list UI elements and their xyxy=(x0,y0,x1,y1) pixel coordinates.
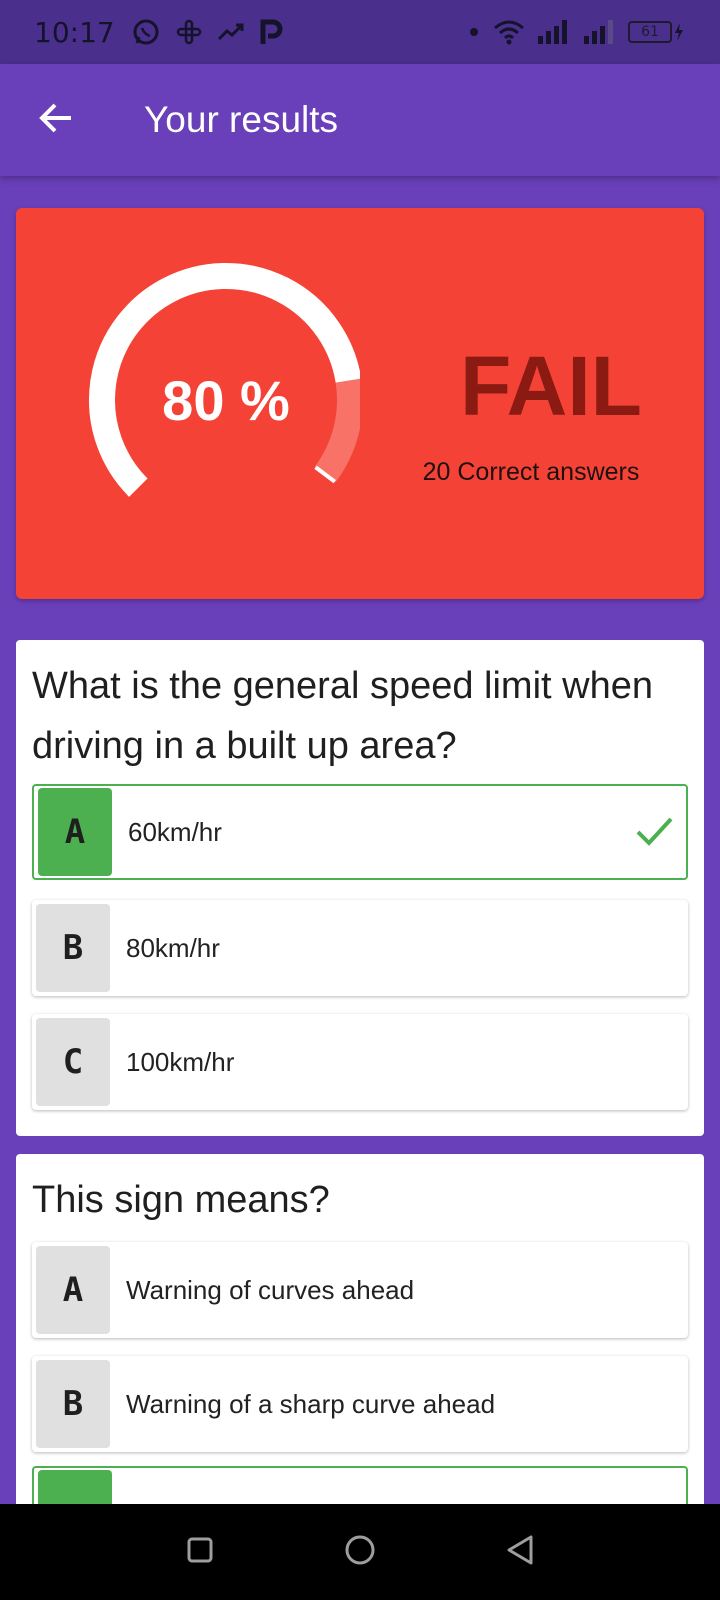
option-text: Warning of a sharp curve ahead xyxy=(126,1388,496,1419)
status-bar: 10:17 61 xyxy=(0,0,720,64)
option-c[interactable]: C 100km/hr xyxy=(32,1014,688,1110)
page-title: Your results xyxy=(144,99,339,140)
home-button[interactable] xyxy=(330,1522,390,1582)
question-text: This sign means? xyxy=(32,1179,330,1221)
back-nav-button[interactable] xyxy=(490,1522,550,1582)
question-text: What is the general speed limit when dri… xyxy=(32,665,653,767)
pocket-icon xyxy=(259,18,283,46)
question-card: This sign means? A Warning of curves ahe… xyxy=(16,1154,704,1562)
notification-icons xyxy=(131,17,283,47)
home-circle-icon xyxy=(344,1534,376,1570)
signal-icon xyxy=(536,18,572,46)
navigation-bar xyxy=(0,1504,720,1600)
back-triangle-icon xyxy=(505,1534,535,1570)
result-status: FAIL xyxy=(460,339,642,433)
option-text: 100km/hr xyxy=(126,1046,235,1077)
recents-button[interactable] xyxy=(170,1522,230,1582)
option-text: Warning of curves ahead xyxy=(126,1274,415,1305)
correct-answers-count: 20 Correct answers xyxy=(422,458,640,486)
option-letter: B xyxy=(36,1360,110,1448)
option-letter: C xyxy=(36,1018,110,1106)
result-card: 80 % FAIL 20 Correct answers xyxy=(16,208,704,599)
option-b[interactable]: B Warning of a sharp curve ahead xyxy=(32,1356,688,1452)
battery-icon: 61 xyxy=(628,21,686,43)
option-letter: B xyxy=(36,904,110,992)
score-percent: 80 % xyxy=(162,369,290,432)
option-a[interactable]: A 60km/hr xyxy=(32,784,688,880)
question-card: What is the general speed limit when dri… xyxy=(16,640,704,1136)
signal-icon xyxy=(582,18,618,46)
option-a[interactable]: A Warning of curves ahead xyxy=(32,1242,688,1338)
slack-icon xyxy=(175,18,203,46)
wifi-icon xyxy=(492,18,526,46)
back-button[interactable] xyxy=(28,92,84,148)
battery-level: 61 xyxy=(628,21,672,43)
option-b[interactable]: B 80km/hr xyxy=(32,900,688,996)
recents-square-icon xyxy=(186,1536,214,1568)
option-text: 60km/hr xyxy=(128,816,222,847)
system-icons: 61 xyxy=(466,18,686,46)
check-icon xyxy=(634,814,674,854)
status-time: 10:17 xyxy=(34,15,115,49)
option-text: 80km/hr xyxy=(126,932,220,963)
app-bar: Your results xyxy=(0,64,720,176)
option-letter: A xyxy=(36,1246,110,1334)
trending-icon xyxy=(217,21,245,43)
option-letter: A xyxy=(38,788,112,876)
arrow-left-icon xyxy=(38,102,74,138)
dot-icon xyxy=(466,24,482,40)
whatsapp-icon xyxy=(131,17,161,47)
